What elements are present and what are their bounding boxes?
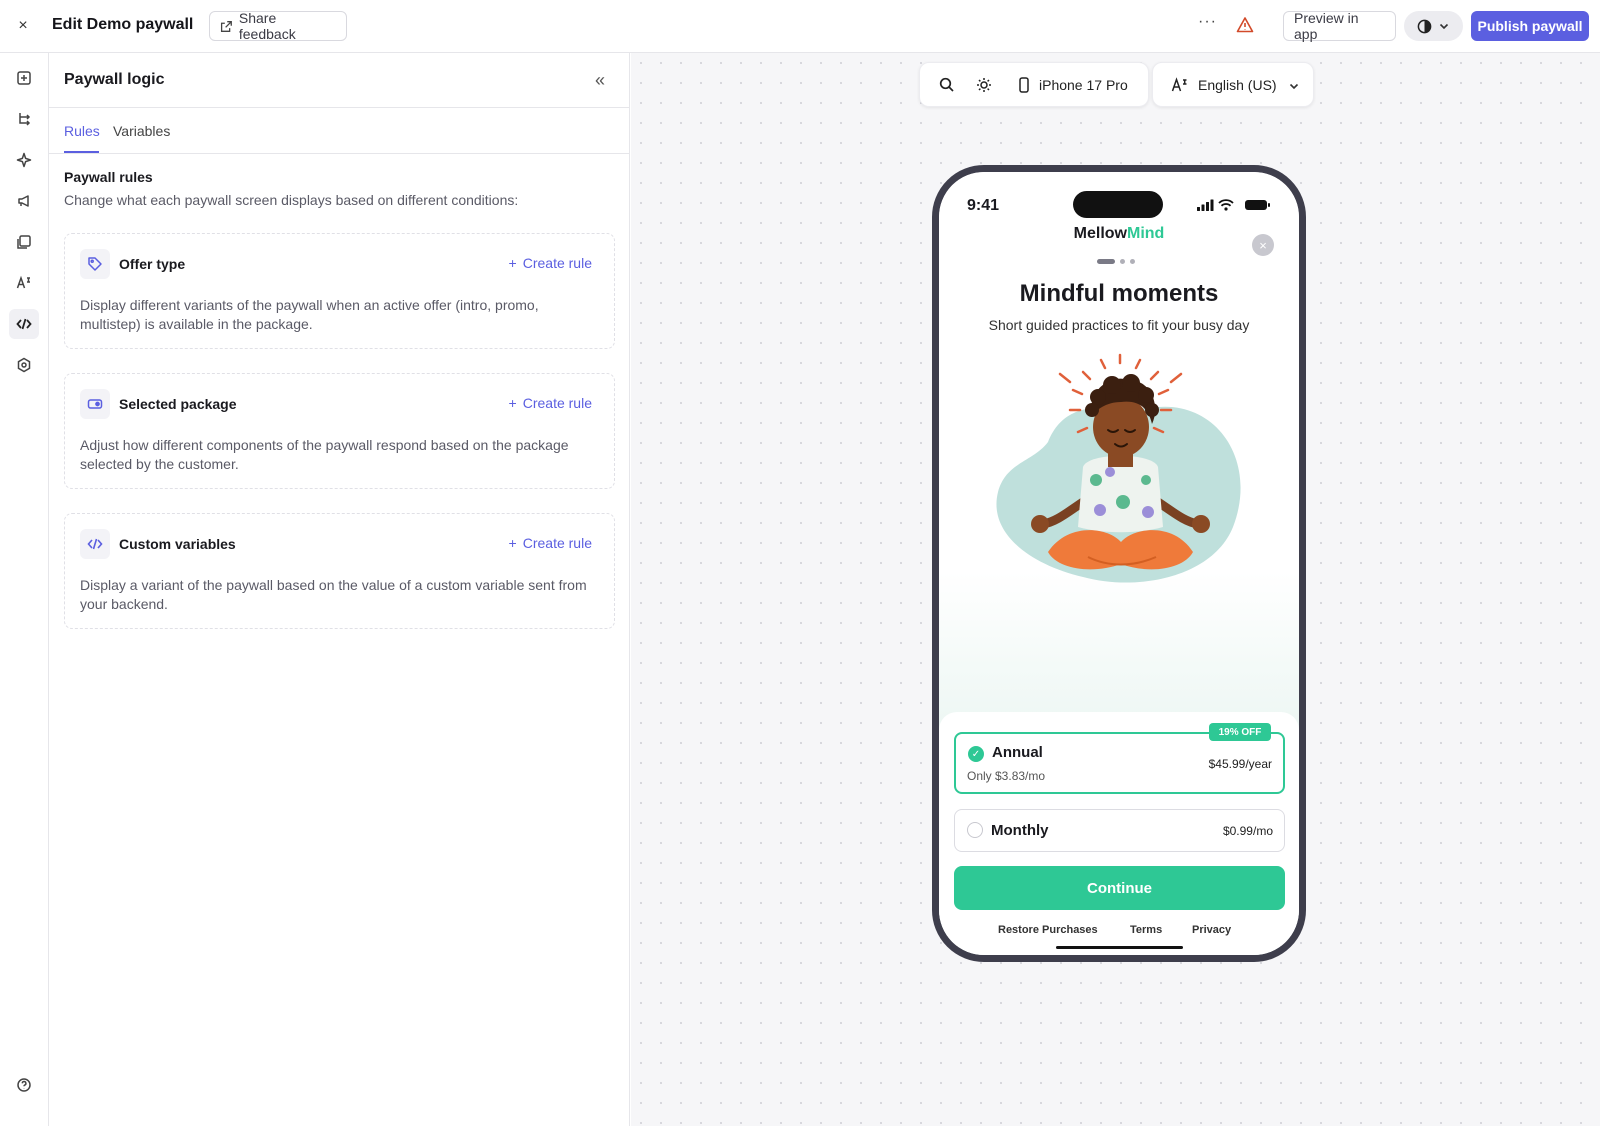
share-feedback-label: Share feedback <box>238 10 296 42</box>
package-price: $0.99/mo <box>1222 824 1273 838</box>
localization-icon[interactable] <box>9 268 39 298</box>
top-bar: × Edit Demo paywall Share feedback ··· P… <box>0 0 1600 53</box>
device-selector[interactable]: iPhone 17 Pro <box>1039 77 1128 93</box>
sparkle-icon[interactable] <box>9 145 39 175</box>
page-dot <box>1097 259 1115 264</box>
paywall-screen: 9:41 MellowMind × Mindful moments Short … <box>939 172 1299 955</box>
active-tab-indicator <box>64 151 99 153</box>
discount-badge: 19% OFF <box>1209 723 1271 741</box>
dynamic-island <box>1073 191 1163 218</box>
help-icon[interactable] <box>9 1070 39 1100</box>
campaign-icon[interactable] <box>9 186 39 216</box>
sun-icon[interactable] <box>975 76 993 94</box>
panel-title: Paywall logic <box>64 71 165 88</box>
create-rule-button[interactable]: + Create rule <box>509 395 592 411</box>
terms-link[interactable]: Terms <box>1130 924 1162 936</box>
status-icons <box>1197 199 1270 211</box>
search-icon[interactable] <box>938 76 956 94</box>
brand-logo: MellowMind <box>939 225 1299 243</box>
rule-card-offer-type: Offer type + Create rule Display differe… <box>64 233 615 349</box>
device-toolbar: iPhone 17 Pro <box>919 62 1149 107</box>
warning-icon[interactable] <box>1236 16 1254 34</box>
package-name: Annual <box>992 744 1043 761</box>
page-dot <box>1130 259 1135 264</box>
package-name: Monthly <box>991 822 1049 839</box>
rule-card-title: Selected package <box>119 396 237 412</box>
panel-header: Paywall logic « <box>49 53 630 108</box>
package-subtitle: Only $3.83/mo <box>967 769 1046 783</box>
language-selector[interactable]: English (US) <box>1152 62 1314 107</box>
create-rule-label: Create rule <box>522 255 592 271</box>
phone-frame: 9:41 MellowMind × Mindful moments Short … <box>932 165 1306 962</box>
page-indicator <box>1097 259 1135 264</box>
package-price: $45.99/year <box>1208 757 1272 771</box>
signal-icon <box>1197 199 1214 211</box>
theme-toggle[interactable] <box>1404 11 1463 41</box>
tag-icon <box>80 249 110 279</box>
paywall-close-icon[interactable]: × <box>1252 234 1274 256</box>
restore-purchases-link[interactable]: Restore Purchases <box>998 924 1098 936</box>
tab-rules[interactable]: Rules <box>64 123 100 139</box>
localization-icon <box>1171 77 1187 92</box>
language-label: English (US) <box>1198 77 1277 93</box>
chevron-down-icon <box>1289 83 1299 90</box>
rule-card-description: Display different variants of the paywal… <box>80 297 539 332</box>
rule-card-selected-package: Selected package + Create rule Adjust ho… <box>64 373 615 489</box>
left-rail <box>0 53 49 1126</box>
rules-section-title: Paywall rules <box>64 169 153 185</box>
paywall-headline: Mindful moments <box>1019 280 1219 307</box>
rule-card-custom-variables: Custom variables + Create rule Display a… <box>64 513 615 629</box>
plus-icon: + <box>508 535 517 551</box>
battery-icon <box>1245 200 1270 210</box>
rules-section-description: Change what each paywall screen displays… <box>64 192 519 208</box>
create-rule-label: Create rule <box>522 395 592 411</box>
paywall-logic-panel: Paywall logic « Rules Variables Paywall … <box>49 53 630 1126</box>
close-icon[interactable]: × <box>13 16 33 36</box>
code-icon[interactable] <box>9 309 39 339</box>
chevron-down-icon <box>1439 23 1449 30</box>
create-rule-button[interactable]: + Create rule <box>509 535 592 551</box>
settings-hex-icon[interactable] <box>9 350 39 380</box>
brand-main: Mellow <box>1073 225 1127 242</box>
create-rule-label: Create rule <box>522 535 592 551</box>
status-time: 9:41 <box>967 197 1000 214</box>
continue-button[interactable]: Continue <box>954 866 1285 910</box>
rule-card-title: Custom variables <box>119 536 236 552</box>
code-icon <box>80 529 110 559</box>
page-title: Edit Demo paywall <box>52 16 194 33</box>
create-rule-button[interactable]: + Create rule <box>509 255 592 271</box>
wifi-icon <box>1218 199 1234 207</box>
tab-variables[interactable]: Variables <box>113 123 170 139</box>
rule-card-title: Offer type <box>119 256 186 272</box>
package-monthly[interactable]: Monthly $0.99/mo <box>954 809 1285 852</box>
meditation-illustration <box>996 353 1241 583</box>
collapse-panel-icon[interactable]: « <box>589 69 611 91</box>
brand-accent: Mind <box>1127 225 1165 242</box>
rule-card-description: Adjust how different components of the p… <box>80 437 569 472</box>
panel-tabs: Rules Variables <box>49 108 630 154</box>
home-indicator <box>1056 946 1183 949</box>
publish-paywall-button[interactable]: Publish paywall <box>1471 11 1589 41</box>
rule-card-description: Display a variant of the paywall based o… <box>80 577 587 612</box>
check-icon: ✓ <box>968 746 984 762</box>
library-icon[interactable] <box>9 227 39 257</box>
share-feedback-button[interactable]: Share feedback <box>209 10 347 42</box>
layers-tree-icon[interactable] <box>9 104 39 134</box>
paywall-subheadline: Short guided practices to fit your busy … <box>988 317 1250 333</box>
contrast-icon <box>1417 19 1432 33</box>
preview-in-app-button[interactable]: Preview in app <box>1283 10 1396 42</box>
phone-device-icon[interactable] <box>1017 76 1031 94</box>
external-link-icon <box>220 20 232 32</box>
privacy-link[interactable]: Privacy <box>1192 924 1231 936</box>
plus-icon: + <box>508 255 517 271</box>
radio-icon <box>967 822 983 838</box>
package-toggle-icon <box>80 389 110 419</box>
add-component-icon[interactable] <box>9 63 39 93</box>
page-dot <box>1120 259 1125 264</box>
package-annual[interactable]: ✓ Annual Only $3.83/mo $45.99/year <box>954 732 1285 794</box>
more-options-icon[interactable]: ··· <box>1198 13 1217 31</box>
plus-icon: + <box>508 395 517 411</box>
